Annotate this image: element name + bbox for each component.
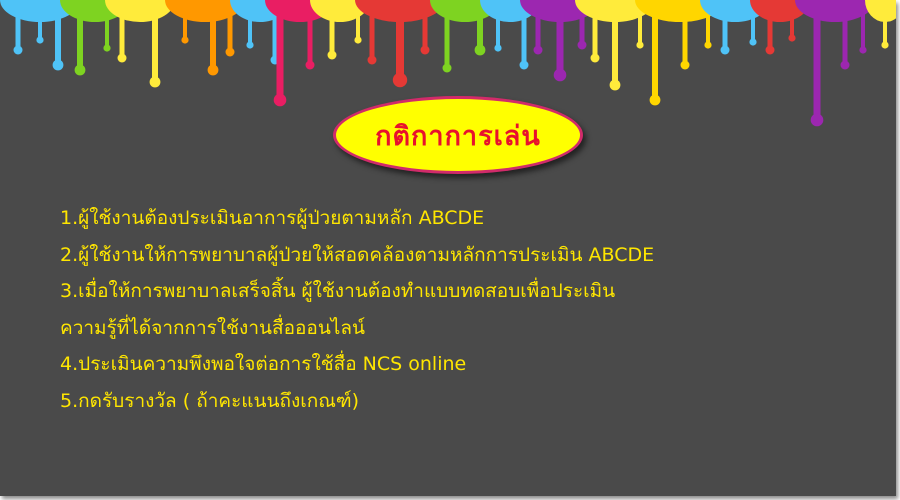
paint-drip — [861, 10, 865, 50]
paint-drip — [652, 10, 658, 100]
title: กติกาการเล่น — [375, 120, 541, 152]
paint-drop — [225, 47, 235, 57]
paint-drip — [592, 10, 598, 58]
paint-drip — [722, 10, 728, 50]
paint-drip — [276, 10, 284, 100]
paint-drop — [305, 60, 315, 70]
paint-drop — [636, 41, 644, 49]
paint-drip — [356, 10, 360, 40]
paint-drip — [612, 10, 618, 85]
paint-drop — [720, 45, 730, 55]
paint-drop — [881, 41, 889, 49]
paint-drop — [52, 59, 64, 71]
paint-drop — [474, 44, 486, 56]
paint-drip — [556, 10, 564, 75]
paint-drop — [74, 64, 86, 76]
paint-drop — [519, 60, 529, 70]
paint-drop — [354, 36, 362, 44]
paint-drip — [210, 10, 216, 70]
paint-drip — [183, 10, 187, 40]
paint-drop — [704, 41, 712, 49]
paint-drip — [119, 10, 125, 58]
paint-blob — [865, 0, 896, 22]
paint-drip — [227, 10, 233, 52]
paint-drop — [749, 38, 757, 46]
paint-drop — [590, 53, 600, 63]
paint-drop — [765, 45, 775, 55]
paint-drip — [767, 10, 773, 50]
paint-drop — [117, 53, 127, 63]
paint-drip — [638, 10, 642, 45]
paint-drip — [55, 10, 61, 65]
paint-drip — [369, 10, 375, 60]
rule-line: 3.เมื่อให้การพยาบาลเสร็จสิ้น ผู้ใช้งานต้… — [60, 280, 616, 302]
paint-drip — [477, 10, 483, 50]
title-oval: กติกาการเล่น — [333, 96, 583, 174]
paint-drop — [533, 45, 543, 55]
paint-drop — [392, 72, 408, 88]
paint-drop — [577, 40, 587, 50]
paint-drop — [103, 44, 111, 52]
paint-drop — [36, 36, 44, 44]
paint-drip — [521, 10, 527, 65]
paint-drop — [13, 45, 23, 55]
paint-drop — [609, 79, 621, 91]
rule-line: ความรู้ที่ได้จากการใช้งานสื่อออนไลน์ — [60, 316, 365, 339]
rule-line: 4.ประเมินความพึงพอใจต่อการใช้สื่อ NCS on… — [60, 353, 467, 375]
paint-drop — [327, 50, 337, 60]
paint-drip — [77, 10, 83, 70]
paint-drip — [396, 10, 404, 80]
paint-drip — [307, 10, 313, 65]
paint-drip — [883, 10, 887, 45]
paint-drip — [422, 10, 428, 50]
paint-drop — [207, 64, 219, 76]
paint-drop — [494, 44, 502, 52]
rules-list: 1.ผู้ใช้งานต้องประเมินอาการผู้ป่วยตามหลั… — [60, 200, 860, 419]
paint-drop — [273, 93, 287, 107]
paint-drip — [535, 10, 541, 50]
paint-drip — [751, 10, 755, 42]
paint-drop — [810, 113, 824, 127]
paint-drip — [248, 10, 252, 45]
paint-drop — [442, 63, 452, 73]
paint-drip — [444, 10, 450, 68]
paint-drip — [15, 10, 21, 50]
paint-drip — [329, 10, 335, 55]
paint-blob — [105, 0, 175, 22]
paint-drip — [682, 10, 688, 65]
paint-drop — [149, 76, 161, 88]
paint-drip — [579, 10, 585, 45]
paint-drip — [842, 10, 848, 65]
paint-drip — [813, 10, 821, 120]
slide: กติกาการเล่น 1.ผู้ใช้งานต้องประเมินอาการ… — [0, 0, 896, 496]
paint-drop — [181, 36, 189, 44]
paint-drop — [367, 55, 377, 65]
paint-drip — [706, 10, 710, 45]
paint-drip — [152, 10, 158, 82]
paint-drop — [680, 60, 690, 70]
paint-drip — [496, 10, 500, 48]
paint-drop — [553, 68, 567, 82]
rule-line: 2.ผู้ใช้งานให้การพยาบาลผู้ป่วยให้สอดคล้อ… — [60, 243, 655, 266]
rule-line: 1.ผู้ใช้งานต้องประเมินอาการผู้ป่วยตามหลั… — [60, 207, 485, 229]
paint-drip — [38, 10, 42, 40]
paint-drop — [788, 34, 796, 42]
paint-drip — [790, 10, 794, 38]
paint-drop — [840, 60, 850, 70]
paint-drip — [105, 10, 109, 48]
paint-drop — [649, 94, 661, 106]
paint-drop — [420, 45, 430, 55]
rule-line: 5.กดรับรางวัล ( ถ้าคะแนนถึงเกณฑ์) — [60, 389, 360, 412]
paint-drop — [859, 46, 867, 54]
paint-drop — [246, 41, 254, 49]
